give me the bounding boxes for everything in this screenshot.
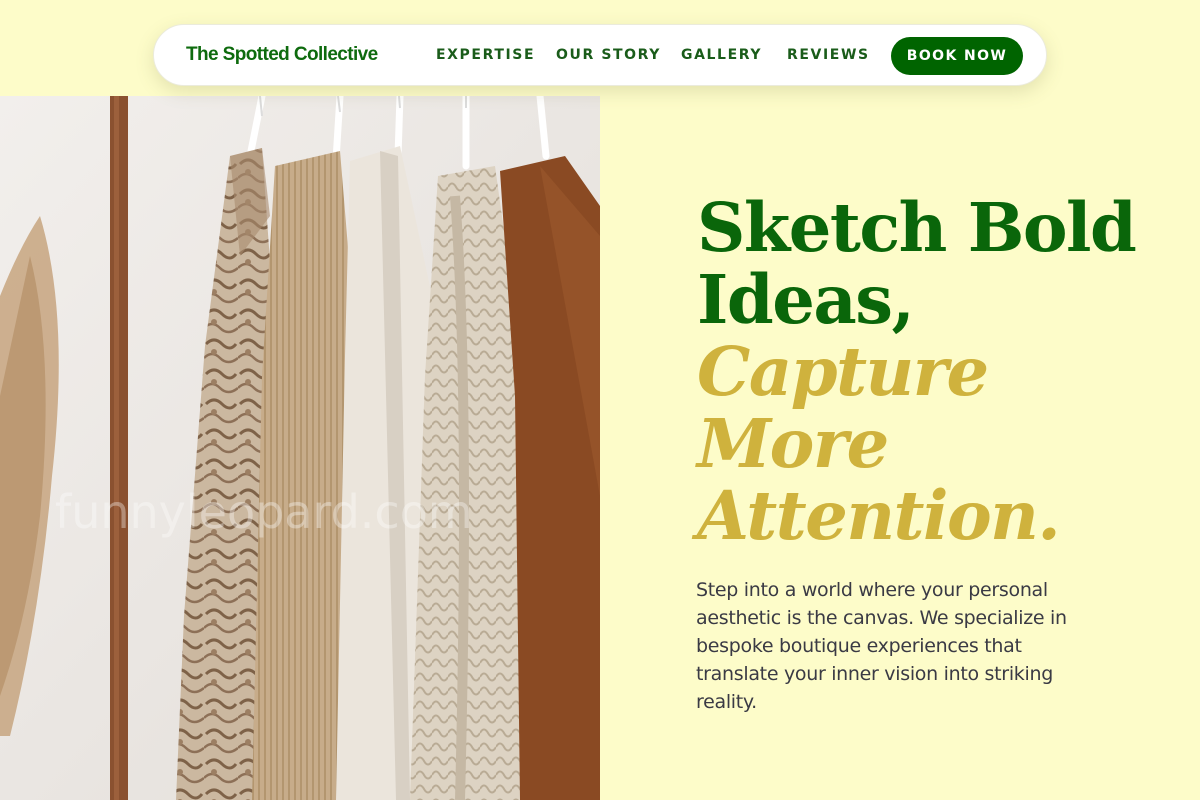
headline-line-2: Ideas, [697,260,915,339]
headline-accent-line-2: More [697,404,889,483]
book-now-button[interactable]: BOOK NOW [891,37,1023,75]
hero-image: funnyleopard.com [0,96,600,800]
hero-description: Step into a world where your personal ae… [696,579,1067,713]
hero-headline: Sketch Bold Ideas, Capture More Attentio… [697,192,1167,552]
main-nav: The Spotted Collective EXPERTISE OUR STO… [153,24,1047,86]
nav-link-expertise[interactable]: EXPERTISE [436,47,535,63]
nav-link-reviews[interactable]: REVIEWS [787,47,870,63]
brand-logo[interactable]: The Spotted Collective [186,44,378,66]
nav-link-our-story[interactable]: OUR STORY [556,47,661,63]
nav-link-gallery[interactable]: GALLERY [681,47,762,63]
headline-accent-line-3: Attention. [697,476,1061,555]
headline-accent-line-1: Capture [697,332,989,411]
image-watermark: funnyleopard.com [55,485,473,539]
headline-line-1: Sketch Bold [697,188,1137,267]
